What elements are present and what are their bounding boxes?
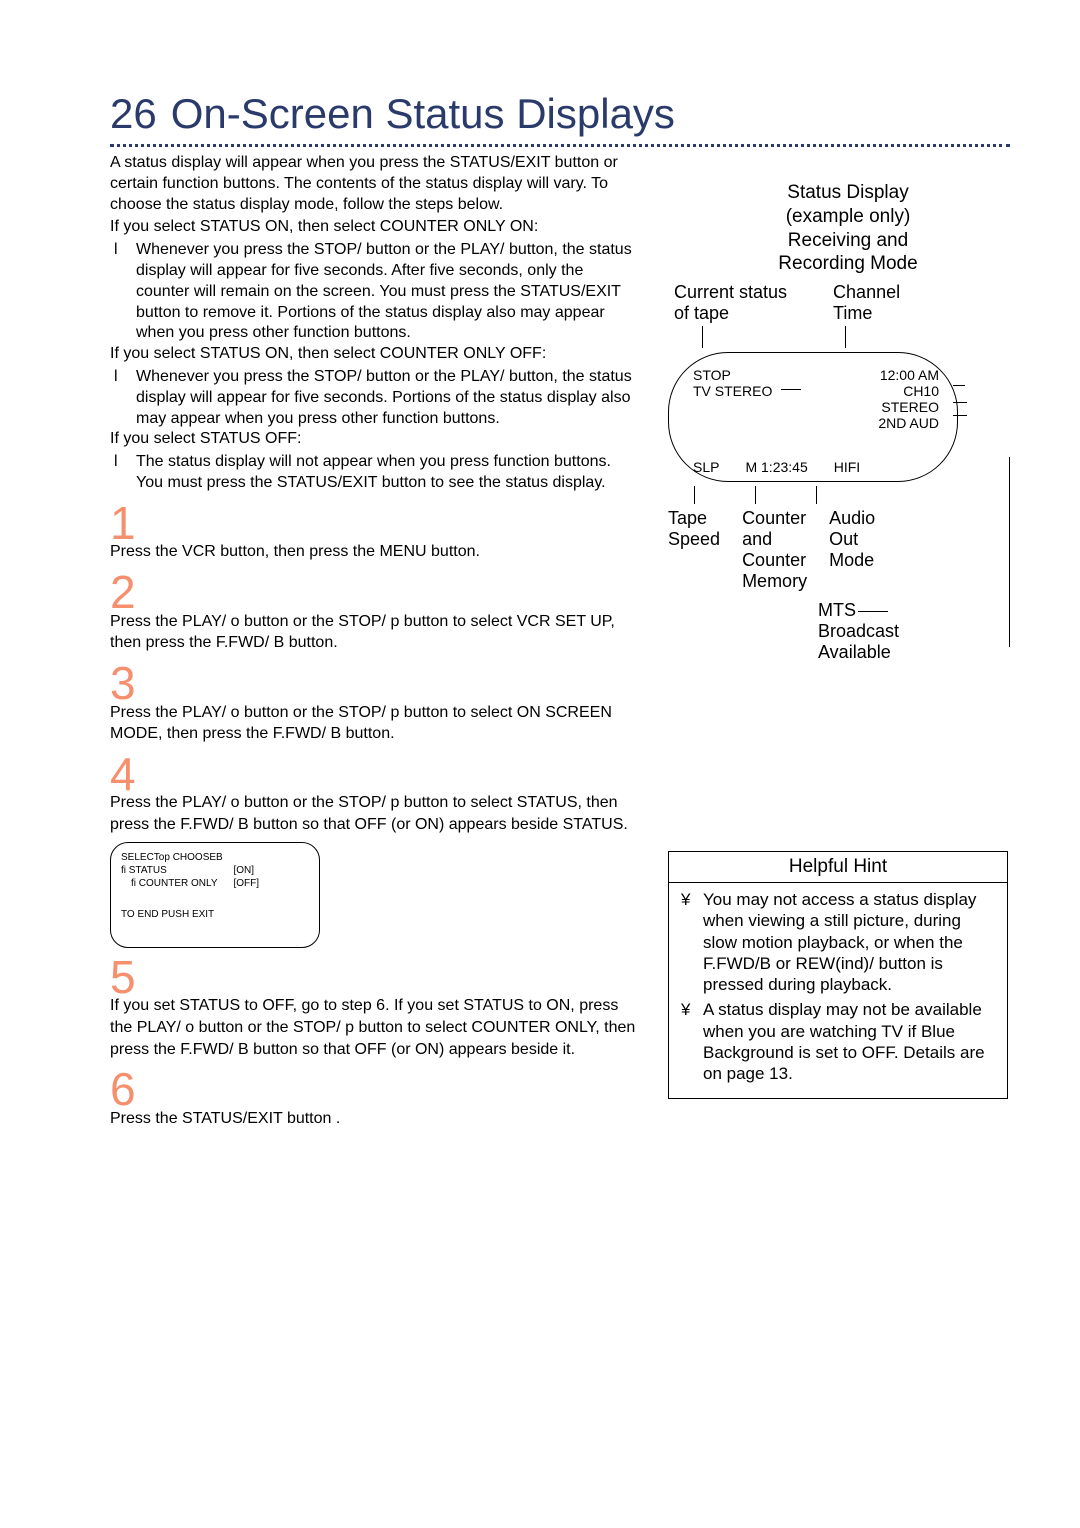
page-number: 26 bbox=[110, 90, 157, 138]
tv-2ndaud: 2ND AUD bbox=[878, 415, 939, 431]
step-number-6: 6 bbox=[110, 1068, 638, 1112]
lbl-mts-2: Broadcast bbox=[818, 621, 899, 641]
osd-counter-value: [OFF] bbox=[234, 877, 260, 890]
bullet-icon: ¥ bbox=[681, 999, 695, 1084]
bullet-text: Whenever you press the STOP/ button or t… bbox=[136, 240, 638, 344]
intro-paragraph: A status display will appear when you pr… bbox=[110, 153, 638, 215]
callout-line-icon bbox=[694, 486, 695, 504]
helpful-hint-box: Helpful Hint ¥You may not access a statu… bbox=[668, 851, 1008, 1099]
bullet-icon: l bbox=[114, 367, 128, 429]
tv-hifi: HIFI bbox=[834, 459, 860, 475]
lbl-mts-1: MTS bbox=[818, 600, 856, 620]
step-text-5: If you set STATUS to OFF, go to step 6. … bbox=[110, 995, 638, 1060]
osd-status-value: [ON] bbox=[234, 864, 260, 877]
tv-time: 12:00 AM bbox=[878, 367, 939, 383]
page-title: On-Screen Status Displays bbox=[171, 90, 675, 138]
step-text-2: Press the PLAY/ o button or the STOP/ p … bbox=[110, 611, 638, 654]
lbl-current-status-2: of tape bbox=[674, 303, 787, 324]
osd-header-row: SELECTop CHOOSEB bbox=[121, 851, 313, 864]
step-text-1: Press the VCR button, then press the MEN… bbox=[110, 541, 638, 563]
step-number-3: 3 bbox=[110, 662, 638, 706]
step-text-4: Press the PLAY/ o button or the STOP/ p … bbox=[110, 792, 638, 835]
hint-item-2: A status display may not be available wh… bbox=[703, 999, 997, 1084]
bullet-icon: l bbox=[114, 240, 128, 344]
callout-line-icon bbox=[781, 389, 801, 390]
callout-line-icon bbox=[755, 486, 756, 504]
callout-line-icon bbox=[816, 486, 817, 504]
tv-ch: CH10 bbox=[878, 383, 939, 399]
lbl-counter-3: Counter bbox=[742, 550, 807, 571]
bullet-icon: l bbox=[114, 452, 128, 494]
tv-stop: STOP bbox=[693, 367, 772, 383]
osd-inset: SELECTop CHOOSEB STATUS COUNTER ONLY [ON… bbox=[110, 842, 320, 948]
diagram-column: Status Display (example only) Receiving … bbox=[668, 153, 1010, 1129]
sd-title-3: Receiving and bbox=[686, 229, 1010, 253]
tv-slp: SLP bbox=[693, 459, 719, 475]
select-cond-1: If you select STATUS ON, then select COU… bbox=[110, 217, 638, 238]
callout-line-icon bbox=[845, 326, 846, 348]
sd-title-2: (example only) bbox=[686, 205, 1010, 229]
bullet-text: The status display will not appear when … bbox=[136, 452, 638, 494]
lbl-tape-2: Speed bbox=[668, 529, 720, 550]
tv-counter: M 1:23:45 bbox=[745, 459, 807, 475]
callout-line-icon bbox=[953, 402, 967, 403]
lbl-tape-1: Tape bbox=[668, 508, 720, 529]
tv-stereo: STEREO bbox=[878, 399, 939, 415]
select-cond-3: If you select STATUS OFF: bbox=[110, 429, 638, 450]
lbl-current-status-1: Current status bbox=[674, 282, 787, 303]
lbl-counter-2: and bbox=[742, 529, 807, 550]
lbl-audio-1: Audio bbox=[829, 508, 875, 529]
tv-tvstereo: TV STEREO bbox=[693, 383, 772, 399]
status-display-screen: STOP TV STEREO 12:00 AM CH10 STEREO 2ND … bbox=[668, 352, 958, 482]
bullet-text: Whenever you press the STOP/ button or t… bbox=[136, 367, 638, 429]
select-cond-2: If you select STATUS ON, then select COU… bbox=[110, 344, 638, 365]
sd-title-1: Status Display bbox=[686, 181, 1010, 205]
lbl-audio-3: Mode bbox=[829, 550, 875, 571]
step-number-2: 2 bbox=[110, 571, 638, 615]
step-number-1: 1 bbox=[110, 502, 638, 546]
callout-line-icon bbox=[702, 326, 703, 348]
bullet-icon: ¥ bbox=[681, 889, 695, 995]
step-number-5: 5 bbox=[110, 956, 638, 1000]
page-header: 26 On-Screen Status Displays bbox=[110, 90, 1010, 138]
callout-line-icon bbox=[953, 415, 967, 416]
sd-title-4: Recording Mode bbox=[686, 252, 1010, 276]
lbl-channel: Channel bbox=[833, 282, 900, 303]
callout-line-icon bbox=[953, 385, 965, 386]
hint-item-1: You may not access a status display when… bbox=[703, 889, 997, 995]
lbl-counter-4: Memory bbox=[742, 571, 807, 592]
hint-title: Helpful Hint bbox=[669, 852, 1007, 883]
lbl-counter-1: Counter bbox=[742, 508, 807, 529]
step-text-6: Press the STATUS/EXIT button . bbox=[110, 1108, 638, 1130]
callout-line-icon bbox=[858, 611, 888, 612]
divider-dots bbox=[110, 144, 1010, 147]
osd-counter-label: COUNTER ONLY bbox=[131, 878, 218, 889]
lbl-audio-2: Out bbox=[829, 529, 875, 550]
step-number-4: 4 bbox=[110, 753, 638, 797]
main-text-column: A status display will appear when you pr… bbox=[110, 153, 638, 1129]
osd-end-hint: TO END PUSH EXIT bbox=[121, 908, 313, 921]
lbl-time: Time bbox=[833, 303, 900, 324]
lbl-mts-3: Available bbox=[818, 642, 891, 662]
osd-status-label: STATUS bbox=[121, 865, 167, 876]
vertical-callout-line bbox=[1009, 457, 1010, 647]
step-text-3: Press the PLAY/ o button or the STOP/ p … bbox=[110, 702, 638, 745]
